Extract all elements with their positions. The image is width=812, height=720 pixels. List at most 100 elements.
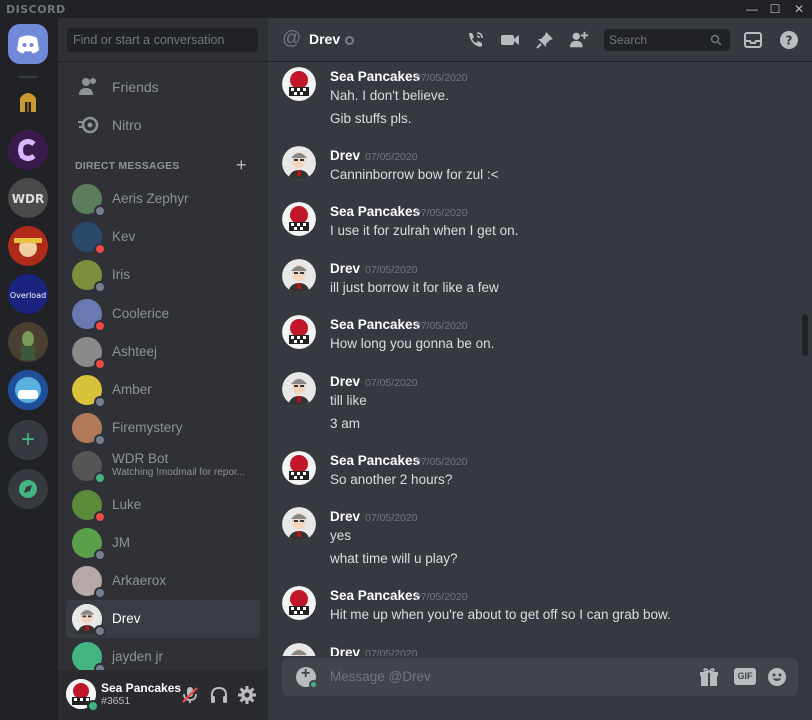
message-text: what time will u play? bbox=[330, 550, 458, 566]
server-icon-red[interactable] bbox=[8, 226, 48, 266]
title-bar: DISCORD — ☐ ✕ bbox=[0, 0, 812, 18]
message-avatar[interactable] bbox=[282, 451, 316, 485]
headphones-icon[interactable] bbox=[209, 685, 229, 705]
message-author[interactable]: Sea Pancakes bbox=[330, 204, 420, 219]
friends-icon bbox=[79, 78, 96, 95]
find-conversation-input[interactable]: Find or start a conversation bbox=[67, 28, 258, 52]
dm-item[interactable]: JM bbox=[66, 524, 260, 562]
direct-messages-header: DIRECT MESSAGES bbox=[75, 160, 180, 172]
message-text: So another 2 hours? bbox=[330, 472, 453, 487]
drev-avatar-icon bbox=[282, 259, 316, 293]
chat-search-input[interactable]: Search bbox=[604, 29, 730, 51]
at-sign-icon: @ bbox=[282, 28, 302, 49]
dm-item[interactable]: Coolerice bbox=[66, 295, 260, 333]
server-icon-overload[interactable]: Overload bbox=[8, 274, 48, 314]
gif-picker-button[interactable]: GIF bbox=[734, 668, 756, 685]
help-icon[interactable]: ? bbox=[779, 30, 799, 50]
add-friends-to-dm-icon[interactable] bbox=[569, 30, 589, 50]
status-dnd-indicator bbox=[94, 243, 106, 256]
status-online-indicator bbox=[94, 472, 106, 485]
status-offline-indicator bbox=[94, 281, 106, 294]
drev-avatar-icon bbox=[282, 643, 316, 656]
message-author[interactable]: Sea Pancakes bbox=[330, 453, 420, 468]
dm-item[interactable]: Kev bbox=[66, 218, 260, 256]
message-avatar[interactable] bbox=[282, 586, 316, 620]
search-icon bbox=[710, 34, 722, 46]
dm-item[interactable]: Iris bbox=[66, 256, 260, 294]
dm-name: Drev bbox=[112, 611, 141, 627]
minimize-button[interactable]: — bbox=[740, 0, 764, 18]
message-avatar[interactable] bbox=[282, 315, 316, 349]
message-author[interactable]: Drev bbox=[330, 148, 360, 163]
message-avatar[interactable] bbox=[282, 67, 316, 101]
dm-name: Firemystery bbox=[112, 420, 183, 436]
explore-servers-button[interactable] bbox=[8, 469, 48, 509]
dm-item[interactable]: Amber bbox=[66, 371, 260, 409]
start-voice-call-icon[interactable] bbox=[465, 30, 485, 50]
user-status-online bbox=[87, 700, 99, 712]
dm-name: Amber bbox=[112, 382, 152, 397]
status-dnd-indicator bbox=[94, 319, 106, 332]
message-author[interactable]: Sea Pancakes bbox=[330, 317, 420, 332]
discord-window: DISCORD — ☐ ✕ WDR Overload + Find or sta… bbox=[0, 0, 812, 720]
create-dm-button[interactable]: + bbox=[236, 155, 247, 176]
gift-icon[interactable] bbox=[698, 667, 720, 687]
server-separator bbox=[19, 76, 37, 78]
message-author[interactable]: Drev bbox=[330, 374, 360, 389]
message-author[interactable]: Drev bbox=[330, 509, 360, 524]
mute-microphone-icon[interactable] bbox=[180, 685, 200, 705]
server-icon-helmet[interactable] bbox=[8, 82, 48, 122]
inbox-icon[interactable] bbox=[743, 30, 763, 50]
message-text: Nah. I don't believe. bbox=[330, 88, 449, 103]
dm-item[interactable]: Aeris Zephyr bbox=[66, 180, 260, 218]
home-button[interactable] bbox=[8, 24, 48, 64]
message-text: Canninborrow bow for zul :< bbox=[330, 167, 499, 182]
message-timestamp: 07/05/2020 bbox=[415, 591, 468, 603]
message-author[interactable]: Drev bbox=[330, 261, 360, 276]
start-video-call-icon[interactable] bbox=[500, 30, 520, 50]
message-avatar[interactable] bbox=[282, 507, 316, 541]
emoji-picker-icon[interactable] bbox=[766, 667, 788, 687]
dm-name: Arkaerox bbox=[112, 573, 167, 588]
message-avatar[interactable] bbox=[282, 202, 316, 236]
plus-icon: + bbox=[20, 426, 35, 453]
add-server-button[interactable]: + bbox=[8, 420, 48, 460]
message-author[interactable]: Sea Pancakes bbox=[330, 69, 420, 84]
settings-gear-icon[interactable] bbox=[237, 685, 257, 705]
message-author[interactable]: Sea Pancakes bbox=[330, 588, 420, 603]
message-input[interactable]: Message @Drev bbox=[330, 669, 431, 684]
dm-item[interactable]: Ashteej bbox=[66, 333, 260, 371]
server-icon-c[interactable] bbox=[8, 130, 48, 170]
sidebar-divider bbox=[58, 61, 268, 62]
friends-nav-item[interactable]: Friends bbox=[66, 69, 260, 105]
server-icon-mask[interactable] bbox=[8, 370, 48, 410]
pinned-messages-icon[interactable] bbox=[535, 30, 555, 50]
message-avatar[interactable] bbox=[282, 643, 316, 656]
message-scrollbar[interactable] bbox=[802, 314, 808, 356]
wdr-logo-icon: WDR bbox=[8, 178, 48, 218]
dm-item[interactable]: Drev bbox=[66, 600, 260, 639]
status-dnd-indicator bbox=[94, 357, 106, 370]
status-offline-indicator bbox=[94, 587, 106, 599]
dm-item[interactable]: WDR Bot Watching !modmail for repor... bbox=[66, 447, 260, 485]
server-icon-character[interactable] bbox=[8, 322, 48, 362]
server-icon-wdr[interactable]: WDR bbox=[8, 178, 48, 218]
dm-item[interactable]: Luke bbox=[66, 486, 260, 524]
maximize-button[interactable]: ☐ bbox=[763, 0, 787, 18]
message-text: How long you gonna be on. bbox=[330, 336, 495, 351]
nitro-nav-item[interactable]: Nitro bbox=[66, 107, 260, 143]
dm-name: Coolerice bbox=[112, 305, 170, 321]
message-author[interactable]: Drev bbox=[330, 645, 360, 656]
message-timestamp: 07/05/2020 bbox=[365, 377, 418, 389]
status-dnd-indicator bbox=[94, 510, 106, 523]
dm-item[interactable]: Firemystery bbox=[66, 409, 260, 447]
message-timestamp: 07/05/2020 bbox=[415, 456, 468, 468]
discord-logo-icon bbox=[17, 35, 39, 54]
status-offline-indicator bbox=[94, 434, 106, 447]
dm-item[interactable]: Arkaerox bbox=[66, 562, 260, 600]
message-avatar[interactable] bbox=[282, 146, 316, 180]
user-name: Sea Pancakes bbox=[101, 681, 182, 695]
close-button[interactable]: ✕ bbox=[787, 0, 811, 18]
message-avatar[interactable] bbox=[282, 372, 316, 406]
message-avatar[interactable] bbox=[282, 259, 316, 293]
